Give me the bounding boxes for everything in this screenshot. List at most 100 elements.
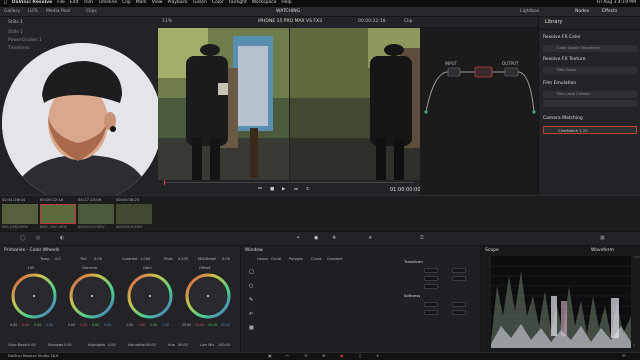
clips-button[interactable]: Clips: [86, 9, 97, 15]
gallery-button[interactable]: Gallery: [4, 9, 20, 15]
menu-trim[interactable]: Trim: [83, 1, 93, 6]
viewer-image[interactable]: [158, 28, 420, 180]
gamma-wheel[interactable]: Gamma 0.00 0.00 0.00 0.00: [66, 266, 118, 336]
luts-button[interactable]: LUTs: [28, 9, 38, 15]
deliver-page-icon[interactable]: ➤: [376, 354, 379, 358]
hdr-icon[interactable]: ◐: [60, 236, 64, 241]
param-value[interactable]: 50.00: [146, 343, 156, 347]
wheel-value[interactable]: 1.00: [126, 323, 133, 327]
effects-button[interactable]: Effects: [602, 9, 617, 15]
effect-item[interactable]: Film Grain: [543, 67, 637, 74]
lift-wheel[interactable]: Lift 0.00 0.00 0.00 0.00: [8, 266, 60, 336]
wheels-icon[interactable]: ◎: [36, 236, 40, 241]
wheel-value-blue[interactable]: 1.00: [162, 323, 169, 327]
media-pool-button[interactable]: Media Pool: [46, 9, 70, 15]
play-icon[interactable]: ▶: [282, 187, 285, 193]
scrubber-track[interactable]: [164, 182, 414, 183]
effect-item[interactable]: Color Space Transform: [543, 45, 637, 52]
color-page-icon[interactable]: ◉: [340, 354, 344, 358]
clip-thumbnail[interactable]: 02:41:28:04 IMG_0382.MOV: [2, 198, 38, 230]
magic-mask-icon[interactable]: ★: [368, 236, 372, 241]
fairlight-page-icon[interactable]: ♫: [358, 354, 362, 358]
skip-forward-icon[interactable]: ⏭: [294, 187, 298, 193]
square-window-icon[interactable]: □: [249, 270, 254, 275]
clip-thumbnail[interactable]: 04:17:23:09 A001C003.MOV: [78, 198, 114, 230]
app-menu[interactable]: DaVinci Resolve: [12, 1, 53, 6]
menu-help[interactable]: Help: [281, 1, 291, 6]
menu-view[interactable]: View: [152, 1, 163, 6]
playhead[interactable]: [164, 180, 165, 185]
node-editor[interactable]: INPUT OUTPUT: [420, 27, 538, 195]
window-shape-polygon[interactable]: Polygon: [289, 257, 303, 262]
wheel-value-red[interactable]: 1.00: [138, 323, 145, 327]
menu-timeline[interactable]: Timeline: [98, 1, 117, 6]
softness-field[interactable]: [424, 302, 438, 307]
skip-back-icon[interactable]: ⏮: [258, 187, 262, 193]
lightbox-button[interactable]: Lightbox: [520, 9, 539, 15]
selected-node[interactable]: [474, 66, 493, 78]
scope-mode[interactable]: Waveform: [591, 248, 614, 254]
param-value[interactable]: 0.00: [64, 343, 72, 347]
param-value[interactable]: 0.00: [94, 257, 102, 262]
param-value[interactable]: 0.435: [178, 257, 188, 262]
fusion-page-icon[interactable]: ❖: [322, 354, 326, 358]
wheel-value-blue[interactable]: 25.00: [221, 323, 230, 327]
gradient-window-icon[interactable]: ▩: [249, 326, 254, 331]
pen-icon[interactable]: ✎: [249, 298, 253, 303]
menu-mark[interactable]: Mark: [136, 1, 147, 6]
media-page-icon[interactable]: ▣: [268, 354, 272, 358]
param-value[interactable]: 100.00: [218, 343, 230, 347]
transform-field[interactable]: [452, 268, 466, 273]
softness-field[interactable]: [424, 310, 438, 315]
circle-window-icon[interactable]: ○: [249, 284, 253, 289]
qualifier-icon[interactable]: ✦: [296, 236, 300, 241]
wheel-value[interactable]: 0.00: [68, 323, 75, 327]
key-icon[interactable]: ⚿: [420, 236, 424, 241]
clip-thumbnail[interactable]: 00:00:38:23 A002C004.MOV: [116, 198, 152, 230]
wheel-value-blue[interactable]: 0.00: [46, 323, 53, 327]
window-icon[interactable]: ◉: [314, 236, 318, 241]
menu-color[interactable]: Color: [212, 1, 224, 6]
wheel-value-red[interactable]: 0.00: [22, 323, 29, 327]
wheel-value-green[interactable]: 1.00: [150, 323, 157, 327]
edit-page-icon[interactable]: ☰: [304, 354, 308, 358]
menu-file[interactable]: File: [57, 1, 65, 6]
color-match-icon[interactable]: ◯: [20, 236, 26, 241]
scope-toggle-icon[interactable]: ▦: [600, 236, 605, 241]
wheel-value-blue[interactable]: 0.00: [104, 323, 111, 327]
wheel-value-red[interactable]: 25.00: [195, 323, 204, 327]
param-value[interactable]: 0.00: [222, 257, 230, 262]
param-value[interactable]: 50.00: [178, 343, 188, 347]
wheel-value-green[interactable]: 0.00: [34, 323, 41, 327]
transform-field[interactable]: [424, 268, 438, 273]
offset-wheel[interactable]: Offset 25.00 25.00 25.00 25.00: [182, 266, 234, 336]
effect-item-selected[interactable]: CineMatch 1.20: [543, 126, 637, 134]
gain-wheel[interactable]: Gain 1.00 1.00 1.00 1.00: [124, 266, 176, 336]
loop-icon[interactable]: ↻: [306, 187, 310, 193]
param-value[interactable]: 0.0: [55, 257, 61, 262]
transform-field[interactable]: [424, 284, 438, 289]
window-shape-gradient[interactable]: Gradient: [327, 257, 343, 262]
menu-clip[interactable]: Clip: [122, 1, 131, 6]
viewer-zoom[interactable]: 11%: [162, 19, 172, 25]
param-value[interactable]: 1.000: [140, 257, 150, 262]
transform-field[interactable]: [452, 276, 466, 281]
tracker-icon[interactable]: ✚: [332, 236, 336, 241]
menu-playback[interactable]: Playback: [167, 1, 187, 6]
param-value[interactable]: 0.00: [108, 343, 116, 347]
menu-fusion[interactable]: Fusion: [193, 1, 207, 6]
clip-thumbnail-selected[interactable]: 00:00:22:18 BMG_0001.MOV: [40, 198, 76, 230]
node-box[interactable]: [447, 67, 461, 77]
settings-icon[interactable]: ⚙: [622, 354, 626, 358]
window-shape-curve[interactable]: Curve: [311, 257, 322, 262]
window-shape-linear[interactable]: Linear: [257, 257, 268, 262]
wheel-value[interactable]: 0.00: [10, 323, 17, 327]
softness-field[interactable]: [452, 310, 466, 315]
menu-edit[interactable]: Edit: [70, 1, 79, 6]
menu-fairlight[interactable]: Fairlight: [229, 1, 247, 6]
softness-field[interactable]: [452, 302, 466, 307]
nodes-button[interactable]: Nodes: [575, 9, 589, 15]
wheel-value[interactable]: 25.00: [182, 323, 191, 327]
transform-field[interactable]: [424, 276, 438, 281]
gallery-item[interactable]: Stills 1: [8, 30, 23, 36]
